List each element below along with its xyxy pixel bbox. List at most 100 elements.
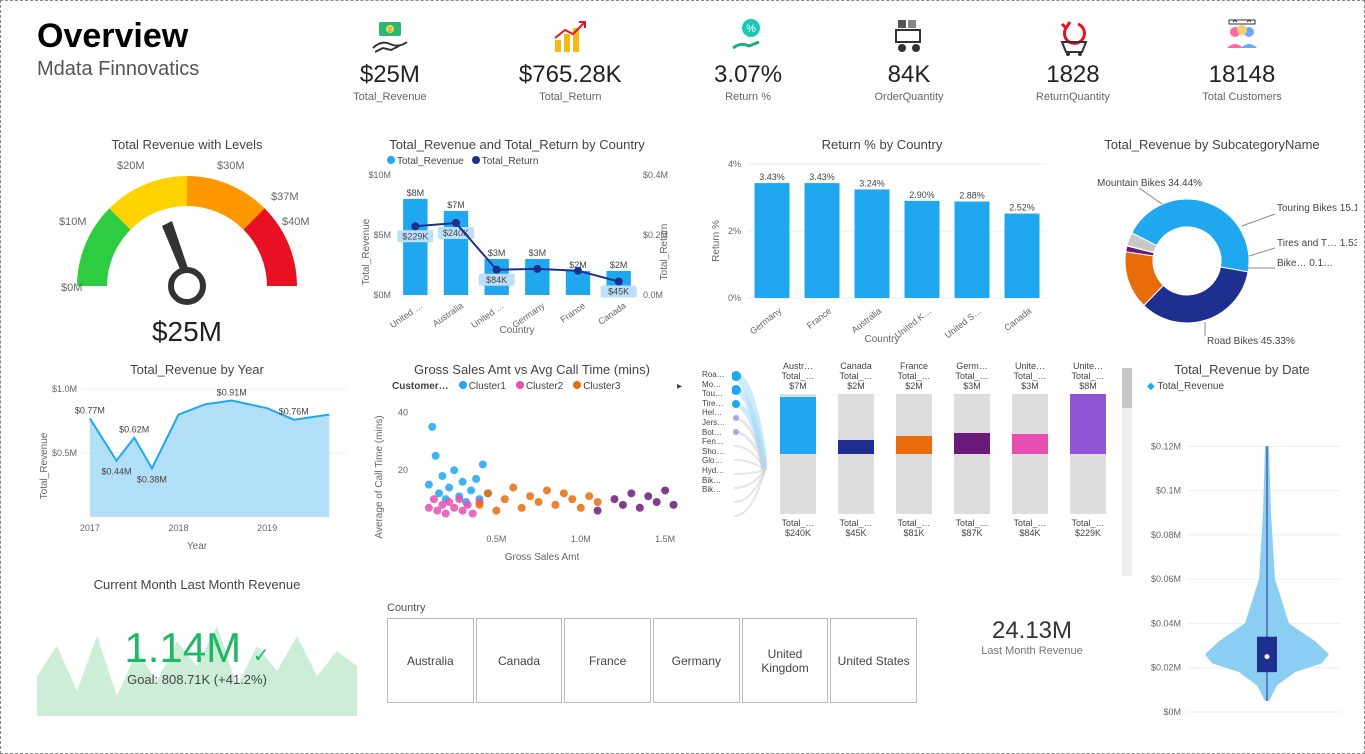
sankey-column[interactable]: Austr…Total_…$7MTotal_…$240K xyxy=(774,362,822,538)
violin-chart[interactable]: $0M$0.02M$0.04M$0.06M$0.08M$0.1M$0.12M xyxy=(1137,392,1347,722)
violin-panel: Total_Revenue by Date ◆ Total_Revenue $0… xyxy=(1137,362,1347,732)
cart-boxes-icon xyxy=(874,17,943,57)
svg-text:0.0M: 0.0M xyxy=(643,290,663,300)
gauge-tick: $30M xyxy=(217,160,245,172)
slicer-cells: AustraliaCanadaFranceGermanyUnited Kingd… xyxy=(387,618,917,703)
svg-text:Country: Country xyxy=(499,325,534,336)
slicer-cell[interactable]: Australia xyxy=(387,618,474,703)
svg-text:$0.4M: $0.4M xyxy=(643,170,668,180)
scatter-chart[interactable]: 20400.5M1.0M1.5MAverage of Call Time (mi… xyxy=(372,392,692,562)
svg-text:$0.44M: $0.44M xyxy=(101,467,131,477)
svg-text:$0.91M: $0.91M xyxy=(217,388,247,398)
slicer-title: Country xyxy=(387,602,917,614)
kpi-value: $25M xyxy=(353,61,426,89)
svg-text:Country: Country xyxy=(864,334,899,345)
svg-text:$0.77M: $0.77M xyxy=(75,405,105,415)
svg-text:Germany: Germany xyxy=(748,305,784,336)
country-slicer: Country AustraliaCanadaFranceGermanyUnit… xyxy=(387,602,917,712)
sankey-links xyxy=(732,370,767,570)
scatter-legend: Customer… Cluster1 Cluster2 Cluster3 ▸ xyxy=(392,381,692,392)
svg-text:0%: 0% xyxy=(728,293,741,303)
svg-text:40: 40 xyxy=(398,407,408,417)
legend-item: Total_Revenue xyxy=(1157,381,1224,392)
svg-text:3.24%: 3.24% xyxy=(859,178,885,188)
kpi-card: $765.28KTotal_Return xyxy=(519,17,622,103)
svg-text:1.0M: 1.0M xyxy=(571,534,591,544)
legend-item: Cluster2 xyxy=(526,381,563,392)
legend-next-icon[interactable]: ▸ xyxy=(677,381,682,392)
month-kpi-goal: Goal: 808.71K (+41.2%) xyxy=(37,672,357,687)
svg-text:%: % xyxy=(746,23,756,35)
slicer-cell[interactable]: France xyxy=(564,618,651,703)
gauge-title: Total Revenue with Levels xyxy=(37,137,337,152)
svg-text:$0.08M: $0.08M xyxy=(1151,530,1181,540)
violin-title: Total_Revenue by Date xyxy=(1137,362,1347,377)
svg-text:2.52%: 2.52% xyxy=(1009,203,1035,213)
gauge-panel: Total Revenue with Levels $0M $10M $20M … xyxy=(37,137,337,357)
sankey-column[interactable]: Germ…Total_…$3MTotal_…$87K xyxy=(948,362,996,538)
kpi-value: 3.07% xyxy=(714,61,782,89)
svg-text:Australia: Australia xyxy=(431,300,465,328)
gauge-chart xyxy=(57,156,317,306)
growth-chart-icon xyxy=(519,17,622,57)
svg-text:3.43%: 3.43% xyxy=(759,172,785,182)
sankey-panel[interactable]: Roa…Mo…Tou…Tire…Hel…Jers…Bot…Fen…Sho…Glo… xyxy=(702,362,1132,582)
svg-text:$0.12M: $0.12M xyxy=(1151,441,1181,451)
combo-legend: Total_Revenue Total_Return xyxy=(387,156,677,167)
kpi-value: 18148 xyxy=(1202,61,1281,89)
combo-chart[interactable]: $0M$5M$10M0.0M$0.2M$0.4M$8M$229KUnited …… xyxy=(357,167,677,337)
svg-text:$0M: $0M xyxy=(1163,707,1181,717)
slicer-cell[interactable]: Canada xyxy=(476,618,563,703)
kpi-value: 84K xyxy=(874,61,943,89)
customers-icon xyxy=(1202,17,1281,57)
combo-panel: Total_Revenue and Total_Return by Countr… xyxy=(357,137,677,357)
sankey-scrollbar[interactable] xyxy=(1122,368,1132,576)
month-kpi-title: Current Month Last Month Revenue xyxy=(37,577,357,592)
sankey-column[interactable]: Unite…Total_…$3MTotal_…$84K xyxy=(1006,362,1054,538)
legend-title: Customer… xyxy=(392,381,449,392)
slicer-cell[interactable]: Germany xyxy=(653,618,740,703)
svg-text:$0.1M: $0.1M xyxy=(1156,486,1181,496)
page-subtitle: Mdata Finnovatics xyxy=(37,58,307,81)
svg-text:$0.38M: $0.38M xyxy=(137,474,167,484)
svg-text:$0.62M: $0.62M xyxy=(119,425,149,435)
gauge-tick: $0M xyxy=(61,282,82,294)
kpi-label: ReturnQuantity xyxy=(1036,91,1110,103)
svg-text:$0.76M: $0.76M xyxy=(279,407,309,417)
svg-text:Total_Revenue: Total_Revenue xyxy=(39,432,50,499)
legend-item: Cluster3 xyxy=(583,381,620,392)
sankey-column[interactable]: CanadaTotal_…$2MTotal_…$45K xyxy=(832,362,880,538)
svg-text:4%: 4% xyxy=(728,159,741,169)
slicer-cell[interactable]: United States xyxy=(830,618,917,703)
gauge-tick: $20M xyxy=(117,160,145,172)
last-month-label: Last Month Revenue xyxy=(937,645,1127,657)
area-chart[interactable]: $0.5M$1.0M$0.77M$0.44M$0.62M$0.38M$0.91M… xyxy=(37,381,357,551)
kpi-label: OrderQuantity xyxy=(874,91,943,103)
svg-text:2017: 2017 xyxy=(80,523,100,533)
slicer-cell[interactable]: United Kingdom xyxy=(742,618,829,703)
svg-text:Touring Bikes 15.13%: Touring Bikes 15.13% xyxy=(1277,203,1357,214)
svg-text:$7M: $7M xyxy=(447,200,465,210)
svg-text:1.5M: 1.5M xyxy=(655,534,675,544)
donut-title: Total_Revenue by SubcategoryName xyxy=(1067,137,1357,152)
svg-text:$0.04M: $0.04M xyxy=(1151,618,1181,628)
month-kpi-panel: Current Month Last Month Revenue 1.14M ✓… xyxy=(37,577,357,727)
svg-text:2.88%: 2.88% xyxy=(959,191,985,201)
svg-text:0.5M: 0.5M xyxy=(486,534,506,544)
kpi-card: 84K OrderQuantity xyxy=(874,17,943,103)
scatter-panel: Gross Sales Amt vs Avg Call Time (mins) … xyxy=(372,362,692,572)
svg-text:Road Bikes 45.33%: Road Bikes 45.33% xyxy=(1207,336,1295,347)
kpi-card: $$25MTotal_Revenue xyxy=(353,17,426,103)
returnpct-chart[interactable]: 0%2%4%3.43%Germany3.43%France3.24%Austra… xyxy=(707,156,1057,346)
svg-text:Australia: Australia xyxy=(849,306,883,335)
sankey-column[interactable]: FranceTotal_…$2MTotal_…$81K xyxy=(890,362,938,538)
combo-title: Total_Revenue and Total_Return by Countr… xyxy=(357,137,677,152)
svg-text:Tires and T… 1.53%: Tires and T… 1.53% xyxy=(1277,238,1357,249)
kpi-value: $765.28K xyxy=(519,61,622,89)
sankey-column[interactable]: Unite…Total_…$8MTotal_…$229K xyxy=(1064,362,1112,538)
svg-text:Average of Call Time (mins): Average of Call Time (mins) xyxy=(374,415,385,538)
kpi-label: Return % xyxy=(714,91,782,103)
donut-chart[interactable]: Mountain Bikes 34.44%Touring Bikes 15.13… xyxy=(1067,156,1357,351)
svg-text:$0.06M: $0.06M xyxy=(1151,574,1181,584)
svg-text:$: $ xyxy=(388,27,392,34)
